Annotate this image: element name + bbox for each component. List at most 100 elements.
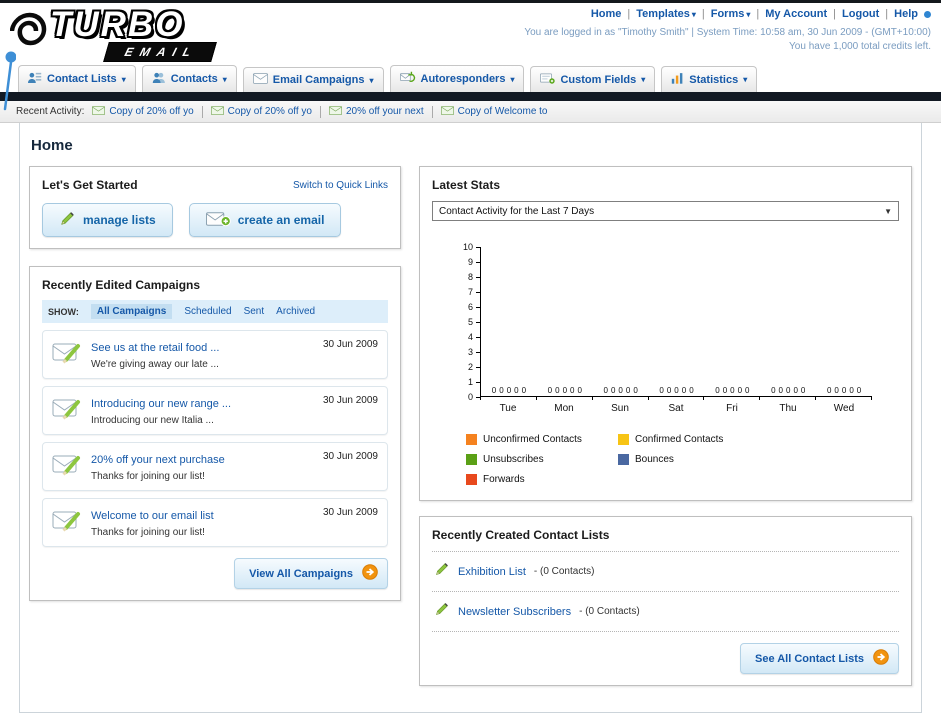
chart-group-tue: 00000 bbox=[481, 247, 537, 396]
tab-label: Contacts bbox=[170, 73, 218, 85]
value-label: 0 bbox=[555, 386, 560, 395]
recent-activity-link[interactable]: Copy of 20% off yo bbox=[228, 106, 312, 117]
contact-list-link[interactable]: Exhibition List bbox=[458, 566, 526, 578]
y-tick bbox=[476, 322, 480, 323]
chart-group-sat: 00000 bbox=[649, 247, 705, 396]
campaign-date: 30 Jun 2009 bbox=[322, 507, 378, 518]
top-link-templates[interactable]: Templates ▾ bbox=[636, 8, 696, 20]
tab-statistics[interactable]: Statistics ▾ bbox=[661, 66, 758, 92]
logo-text: TURBO bbox=[50, 5, 185, 44]
campaign-list: See us at the retail food ... We're givin… bbox=[42, 330, 388, 547]
tab-email-campaigns[interactable]: Email Campaigns ▾ bbox=[242, 67, 384, 92]
contact-list-link[interactable]: Newsletter Subscribers bbox=[458, 606, 571, 618]
left-column: Let's Get Started Switch to Quick Links … bbox=[29, 166, 401, 601]
legend-label: Unconfirmed Contacts bbox=[483, 434, 582, 445]
pencil-icon bbox=[434, 601, 450, 622]
top-link-logout[interactable]: Logout bbox=[842, 8, 879, 20]
top-link-my-account[interactable]: My Account bbox=[765, 8, 827, 20]
chart-plot-wrap: 00000000000000000000000000000000000 Tue M… bbox=[476, 247, 873, 414]
recently-edited-campaigns-panel: Recently Edited Campaigns SHOW: All Camp… bbox=[29, 266, 401, 601]
x-tick-label: Sun bbox=[611, 403, 629, 414]
legend-swatch bbox=[466, 434, 477, 445]
login-info: You are logged in as "Timothy Smith" | S… bbox=[524, 27, 931, 38]
envelope-pencil-icon bbox=[52, 508, 82, 537]
pencil-icon bbox=[434, 561, 450, 582]
top-link-help[interactable]: Help bbox=[894, 8, 918, 20]
campaign-row[interactable]: See us at the retail food ... We're givin… bbox=[42, 330, 388, 379]
chart-x-ticks bbox=[480, 397, 873, 400]
value-label: 0 bbox=[499, 386, 504, 395]
top-link-home[interactable]: Home bbox=[591, 8, 622, 20]
chevron-down-icon: ▾ bbox=[369, 75, 374, 85]
envelope-small-icon bbox=[210, 105, 224, 118]
value-label: 0 bbox=[625, 386, 631, 395]
chart-legend: Unconfirmed Contacts Confirmed Contacts Un… bbox=[466, 434, 899, 485]
campaign-title-link[interactable]: Welcome to our email list bbox=[91, 510, 214, 522]
tab-contacts[interactable]: Contacts ▾ bbox=[141, 65, 237, 92]
tab-autoresponders[interactable]: Autoresponders ▾ bbox=[389, 65, 525, 92]
contact-list-row: Exhibition List - (0 Contacts) bbox=[432, 552, 899, 592]
view-all-campaigns-button[interactable]: View All Campaigns bbox=[234, 558, 388, 589]
stats-period-value: Contact Activity for the Last 7 Days bbox=[439, 205, 595, 217]
credits-info: You have 1,000 total credits left. bbox=[789, 41, 931, 52]
value-label: 0 bbox=[521, 386, 527, 395]
value-label: 0 bbox=[681, 386, 687, 395]
tab-custom-fields[interactable]: Custom Fields ▾ bbox=[530, 66, 656, 92]
y-tick bbox=[476, 277, 480, 278]
campaign-row[interactable]: Welcome to our email list Thanks for join… bbox=[42, 498, 388, 547]
email-campaigns-icon bbox=[252, 73, 268, 87]
chevron-down-icon: ▾ bbox=[121, 74, 126, 84]
campaign-subtitle: Introducing our new Italia ... bbox=[91, 415, 214, 426]
x-tick-cell bbox=[704, 397, 761, 400]
value-label: 0 bbox=[834, 386, 839, 395]
arrow-right-icon bbox=[873, 649, 889, 668]
stats-period-dropdown[interactable]: Contact Activity for the Last 7 Days ▼ bbox=[432, 201, 899, 221]
arrow-right-icon bbox=[362, 564, 378, 583]
recent-activity-link[interactable]: Copy of Welcome to bbox=[458, 106, 548, 117]
y-tick-label: 0 bbox=[467, 392, 473, 402]
value-label: 0 bbox=[666, 386, 672, 395]
value-label: 0 bbox=[715, 386, 720, 395]
see-all-contact-lists-label: See All Contact Lists bbox=[754, 652, 864, 665]
legend-swatch bbox=[466, 454, 477, 465]
value-label: 0 bbox=[856, 386, 862, 395]
y-tick-label: 8 bbox=[467, 272, 473, 282]
chevron-down-icon: ▾ bbox=[746, 9, 751, 19]
campaign-title-link[interactable]: 20% off your next purchase bbox=[91, 454, 225, 466]
top-link-forms[interactable]: Forms ▾ bbox=[711, 8, 751, 20]
value-label: 0 bbox=[737, 386, 743, 395]
filter-sent[interactable]: Sent bbox=[244, 306, 265, 317]
tab-label: Statistics bbox=[689, 73, 739, 86]
recent-activity-link[interactable]: 20% off your next bbox=[346, 106, 424, 117]
x-tick-cell bbox=[760, 397, 817, 400]
filter-all-campaigns[interactable]: All Campaigns bbox=[90, 304, 173, 319]
manage-lists-button[interactable]: manage lists bbox=[42, 203, 173, 237]
contact-list-detail: - (0 Contacts) bbox=[579, 606, 640, 617]
value-label: 0 bbox=[514, 386, 519, 395]
separator bbox=[431, 105, 433, 118]
campaign-subtitle: Thanks for joining our list! bbox=[91, 527, 205, 538]
recent-activity-link[interactable]: Copy of 20% off yo bbox=[109, 106, 193, 117]
switch-to-quick-links-link[interactable]: Switch to Quick Links bbox=[293, 180, 388, 191]
x-tick-label: Tue bbox=[499, 403, 517, 414]
separator bbox=[201, 105, 203, 118]
campaign-title-link[interactable]: Introducing our new range ... bbox=[91, 398, 231, 410]
y-tick bbox=[476, 382, 480, 383]
campaign-date: 30 Jun 2009 bbox=[322, 451, 378, 462]
campaign-title-link[interactable]: See us at the retail food ... bbox=[91, 342, 219, 354]
envelope-pencil-icon bbox=[52, 452, 82, 481]
chart-group-fri: 00000 bbox=[704, 247, 760, 396]
create-email-label: create an email bbox=[237, 213, 325, 227]
x-tick-cell bbox=[816, 397, 873, 400]
filter-archived[interactable]: Archived bbox=[276, 306, 315, 317]
tab-contact-lists[interactable]: Contact Lists ▾ bbox=[18, 65, 136, 92]
value-label: 0 bbox=[570, 386, 575, 395]
filter-scheduled[interactable]: Scheduled bbox=[184, 306, 231, 317]
campaign-row[interactable]: 20% off your next purchase Thanks for joi… bbox=[42, 442, 388, 491]
chart-group-thu: 00000 bbox=[760, 247, 816, 396]
campaign-row[interactable]: Introducing our new range ... Introducing… bbox=[42, 386, 388, 435]
logo-swirl-icon bbox=[9, 11, 50, 56]
y-tick-label: 7 bbox=[467, 287, 473, 297]
see-all-contact-lists-button[interactable]: See All Contact Lists bbox=[739, 643, 899, 674]
create-email-button[interactable]: create an email bbox=[188, 203, 342, 237]
